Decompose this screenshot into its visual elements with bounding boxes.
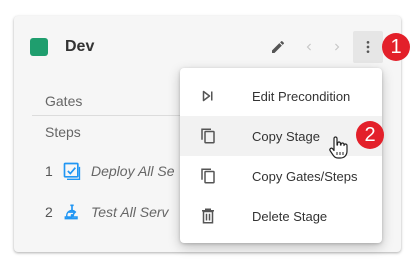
hand-cursor-icon <box>328 135 348 159</box>
step-name: Deploy All Se <box>91 163 175 179</box>
trash-icon <box>197 205 219 227</box>
callout-badge: 1 <box>382 33 410 61</box>
stage-title: Dev <box>65 38 95 55</box>
copy-icon <box>197 125 219 147</box>
step-number: 2 <box>45 204 53 220</box>
menu-item-label: Delete Stage <box>252 208 328 224</box>
menu-item-copy-gates-steps[interactable]: Copy Gates/Steps <box>180 156 382 196</box>
chevron-right-icon[interactable] <box>325 35 349 59</box>
menu-item-delete-stage[interactable]: Delete Stage <box>180 196 382 236</box>
pencil-icon[interactable] <box>266 35 290 59</box>
step-row[interactable]: 2 Test All Serv <box>45 201 169 223</box>
gates-label: Gates <box>45 93 83 109</box>
copy-icon <box>197 165 219 187</box>
chevron-left-icon[interactable] <box>297 35 321 59</box>
step-row[interactable]: 1 Deploy All Se <box>45 160 175 182</box>
callout-badge: 2 <box>356 121 384 149</box>
menu-item-label: Copy Stage <box>252 128 320 144</box>
menu-item-label: Copy Gates/Steps <box>252 168 358 184</box>
step-name: Test All Serv <box>91 204 169 220</box>
stage-options-menu: Edit Precondition Copy Stage Copy Gates/… <box>180 68 382 243</box>
menu-item-edit-precondition[interactable]: Edit Precondition <box>180 76 382 116</box>
more-vert-icon[interactable] <box>353 31 383 63</box>
skip-next-icon <box>197 85 219 107</box>
stage-color-swatch <box>30 38 48 56</box>
deploy-check-icon <box>61 160 83 182</box>
menu-item-copy-stage[interactable]: Copy Stage <box>180 116 382 156</box>
menu-item-label: Edit Precondition <box>252 88 351 104</box>
microscope-icon <box>61 201 83 223</box>
step-number: 1 <box>45 163 53 179</box>
steps-label: Steps <box>45 124 81 140</box>
